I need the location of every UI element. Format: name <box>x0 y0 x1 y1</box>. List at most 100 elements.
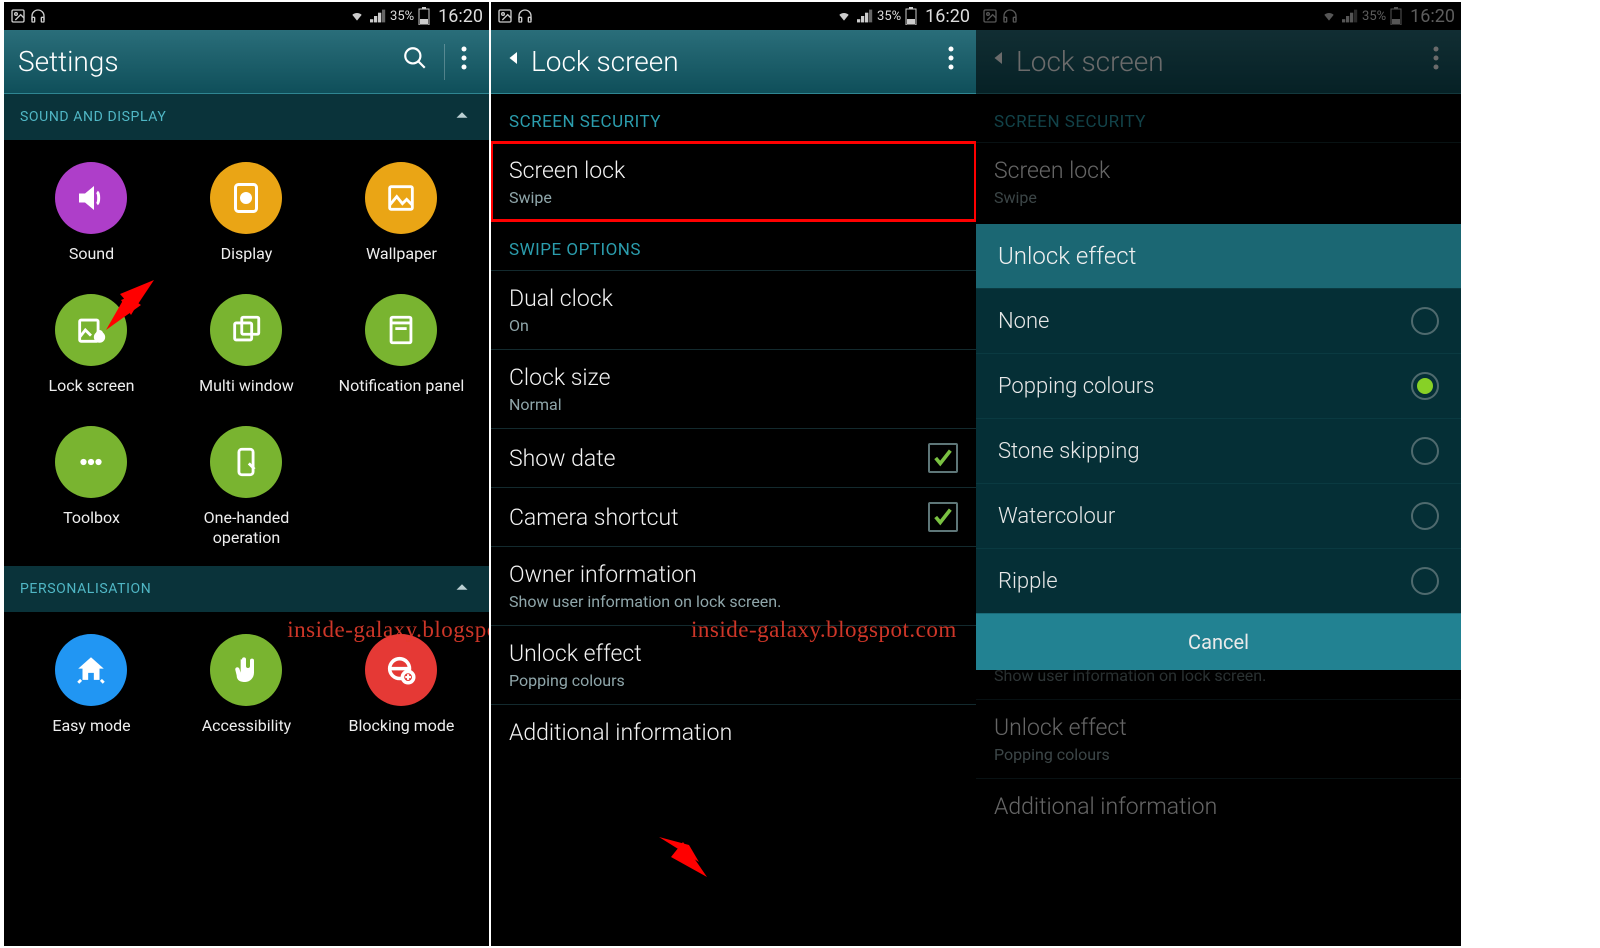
battery-label: 35% <box>390 9 414 24</box>
headphones-icon <box>30 8 46 24</box>
hand-icon <box>210 634 282 706</box>
header-settings: Settings <box>4 30 489 94</box>
image-icon <box>982 8 998 24</box>
page-title: Lock screen <box>531 45 940 78</box>
sound-button[interactable]: Sound <box>14 150 169 282</box>
section-screen-security: SCREEN SECURITY <box>491 94 976 142</box>
option-watercolour[interactable]: Watercolour <box>976 483 1461 548</box>
header-lockscreen-dim: Lock screen <box>976 30 1461 94</box>
section-label: SCREEN SECURITY <box>994 112 1146 132</box>
radio-unchecked[interactable] <box>1411 437 1439 465</box>
row-title: Show date <box>509 445 928 472</box>
icon-grid-1: Sound Display Wallpaper Lock screen Mul <box>4 140 489 566</box>
row-title: Dual clock <box>509 285 958 312</box>
section-personalisation[interactable]: PERSONALISATION <box>4 566 489 612</box>
notification-panel-button[interactable]: Notification panel <box>324 282 479 414</box>
option-label: Stone skipping <box>998 439 1411 464</box>
row-show-date[interactable]: Show date <box>491 428 976 487</box>
chevron-up-icon <box>451 576 473 602</box>
back-button <box>990 44 1008 79</box>
signal-icon <box>857 9 873 23</box>
option-stone-skipping[interactable]: Stone skipping <box>976 418 1461 483</box>
accessibility-button[interactable]: Accessibility <box>169 622 324 754</box>
brightness-icon <box>210 162 282 234</box>
row-title: Additional information <box>509 719 958 746</box>
image-icon <box>497 8 513 24</box>
row-subtitle: Popping colours <box>509 671 958 690</box>
section-label: SOUND AND DISPLAY <box>20 109 166 125</box>
windows-icon <box>210 294 282 366</box>
icon-label: Sound <box>69 244 114 264</box>
section-label: SWIPE OPTIONS <box>509 240 641 260</box>
radio-checked[interactable] <box>1411 372 1439 400</box>
option-ripple[interactable]: Ripple <box>976 548 1461 613</box>
overflow-menu-button[interactable] <box>940 37 962 86</box>
lock-screen-button[interactable]: Lock screen <box>14 282 169 414</box>
unlock-effect-dialog: Unlock effect None Popping colours Stone… <box>976 224 1461 670</box>
row-additional-info-dim: Additional information <box>976 778 1461 834</box>
radio-unchecked[interactable] <box>1411 502 1439 530</box>
panel-icon <box>365 294 437 366</box>
battery-label: 35% <box>877 9 901 24</box>
one-handed-button[interactable]: One-handed operation <box>169 414 324 566</box>
annotation-arrow <box>659 837 709 879</box>
row-title: Unlock effect <box>509 640 958 667</box>
battery-icon <box>1390 7 1402 25</box>
blocking-mode-button[interactable]: Blocking mode <box>324 622 479 754</box>
row-dual-clock[interactable]: Dual clock On <box>491 270 976 349</box>
onehand-icon <box>210 426 282 498</box>
clock-label: 16:20 <box>925 6 970 27</box>
row-camera-shortcut[interactable]: Camera shortcut <box>491 487 976 546</box>
header-lockscreen: Lock screen <box>491 30 976 94</box>
battery-icon <box>418 7 430 25</box>
section-sound-display[interactable]: SOUND AND DISPLAY <box>4 94 489 140</box>
overflow-menu-button <box>1425 37 1447 86</box>
radio-unchecked[interactable] <box>1411 307 1439 335</box>
volume-icon <box>55 162 127 234</box>
pane-settings: 35% 16:20 Settings SOUND AND DISPLAY Sou… <box>4 2 489 946</box>
wallpaper-button[interactable]: Wallpaper <box>324 150 479 282</box>
radio-unchecked[interactable] <box>1411 567 1439 595</box>
clock-label: 16:20 <box>1410 6 1455 27</box>
display-button[interactable]: Display <box>169 150 324 282</box>
pane-lockscreen: 35% 16:20 Lock screen SCREEN SECURITY Sc… <box>491 2 976 946</box>
row-subtitle: Show user information on lock screen. <box>509 592 958 611</box>
option-popping-colours[interactable]: Popping colours <box>976 353 1461 418</box>
overflow-menu-button[interactable] <box>453 37 475 86</box>
option-label: Popping colours <box>998 374 1411 399</box>
easy-mode-button[interactable]: Easy mode <box>14 622 169 754</box>
row-title: Screen lock <box>509 157 958 184</box>
home-icon <box>55 634 127 706</box>
page-title: Settings <box>18 45 394 78</box>
row-additional-info[interactable]: Additional information <box>491 704 976 760</box>
option-label: Watercolour <box>998 504 1411 529</box>
status-bar: 35% 16:20 <box>491 2 976 30</box>
row-clock-size[interactable]: Clock size Normal <box>491 349 976 428</box>
checkbox-checked[interactable] <box>928 443 958 473</box>
row-subtitle: Swipe <box>509 188 958 207</box>
picture-icon <box>365 162 437 234</box>
option-none[interactable]: None <box>976 288 1461 353</box>
icon-label: Toolbox <box>63 508 120 528</box>
signal-icon <box>370 9 386 23</box>
cancel-button[interactable]: Cancel <box>976 613 1461 670</box>
row-unlock-effect[interactable]: Unlock effect Popping colours <box>491 625 976 704</box>
battery-icon <box>905 7 917 25</box>
row-screen-lock-dim: Screen lock Swipe <box>976 142 1461 221</box>
row-title: Unlock effect <box>994 714 1443 741</box>
row-subtitle: On <box>509 316 958 335</box>
search-button[interactable] <box>394 37 436 86</box>
headphones-icon <box>517 8 533 24</box>
toolbox-button[interactable]: Toolbox <box>14 414 169 566</box>
chevron-up-icon <box>451 104 473 130</box>
row-title: Camera shortcut <box>509 504 928 531</box>
checkbox-checked[interactable] <box>928 502 958 532</box>
icon-label: Lock screen <box>49 376 135 396</box>
row-screen-lock[interactable]: Screen lock Swipe <box>491 142 976 221</box>
dialog-title: Unlock effect <box>976 224 1461 288</box>
icon-label: Easy mode <box>52 716 130 736</box>
back-button[interactable] <box>505 44 523 79</box>
row-owner-info[interactable]: Owner information Show user information … <box>491 546 976 625</box>
multi-window-button[interactable]: Multi window <box>169 282 324 414</box>
row-title: Owner information <box>509 561 958 588</box>
